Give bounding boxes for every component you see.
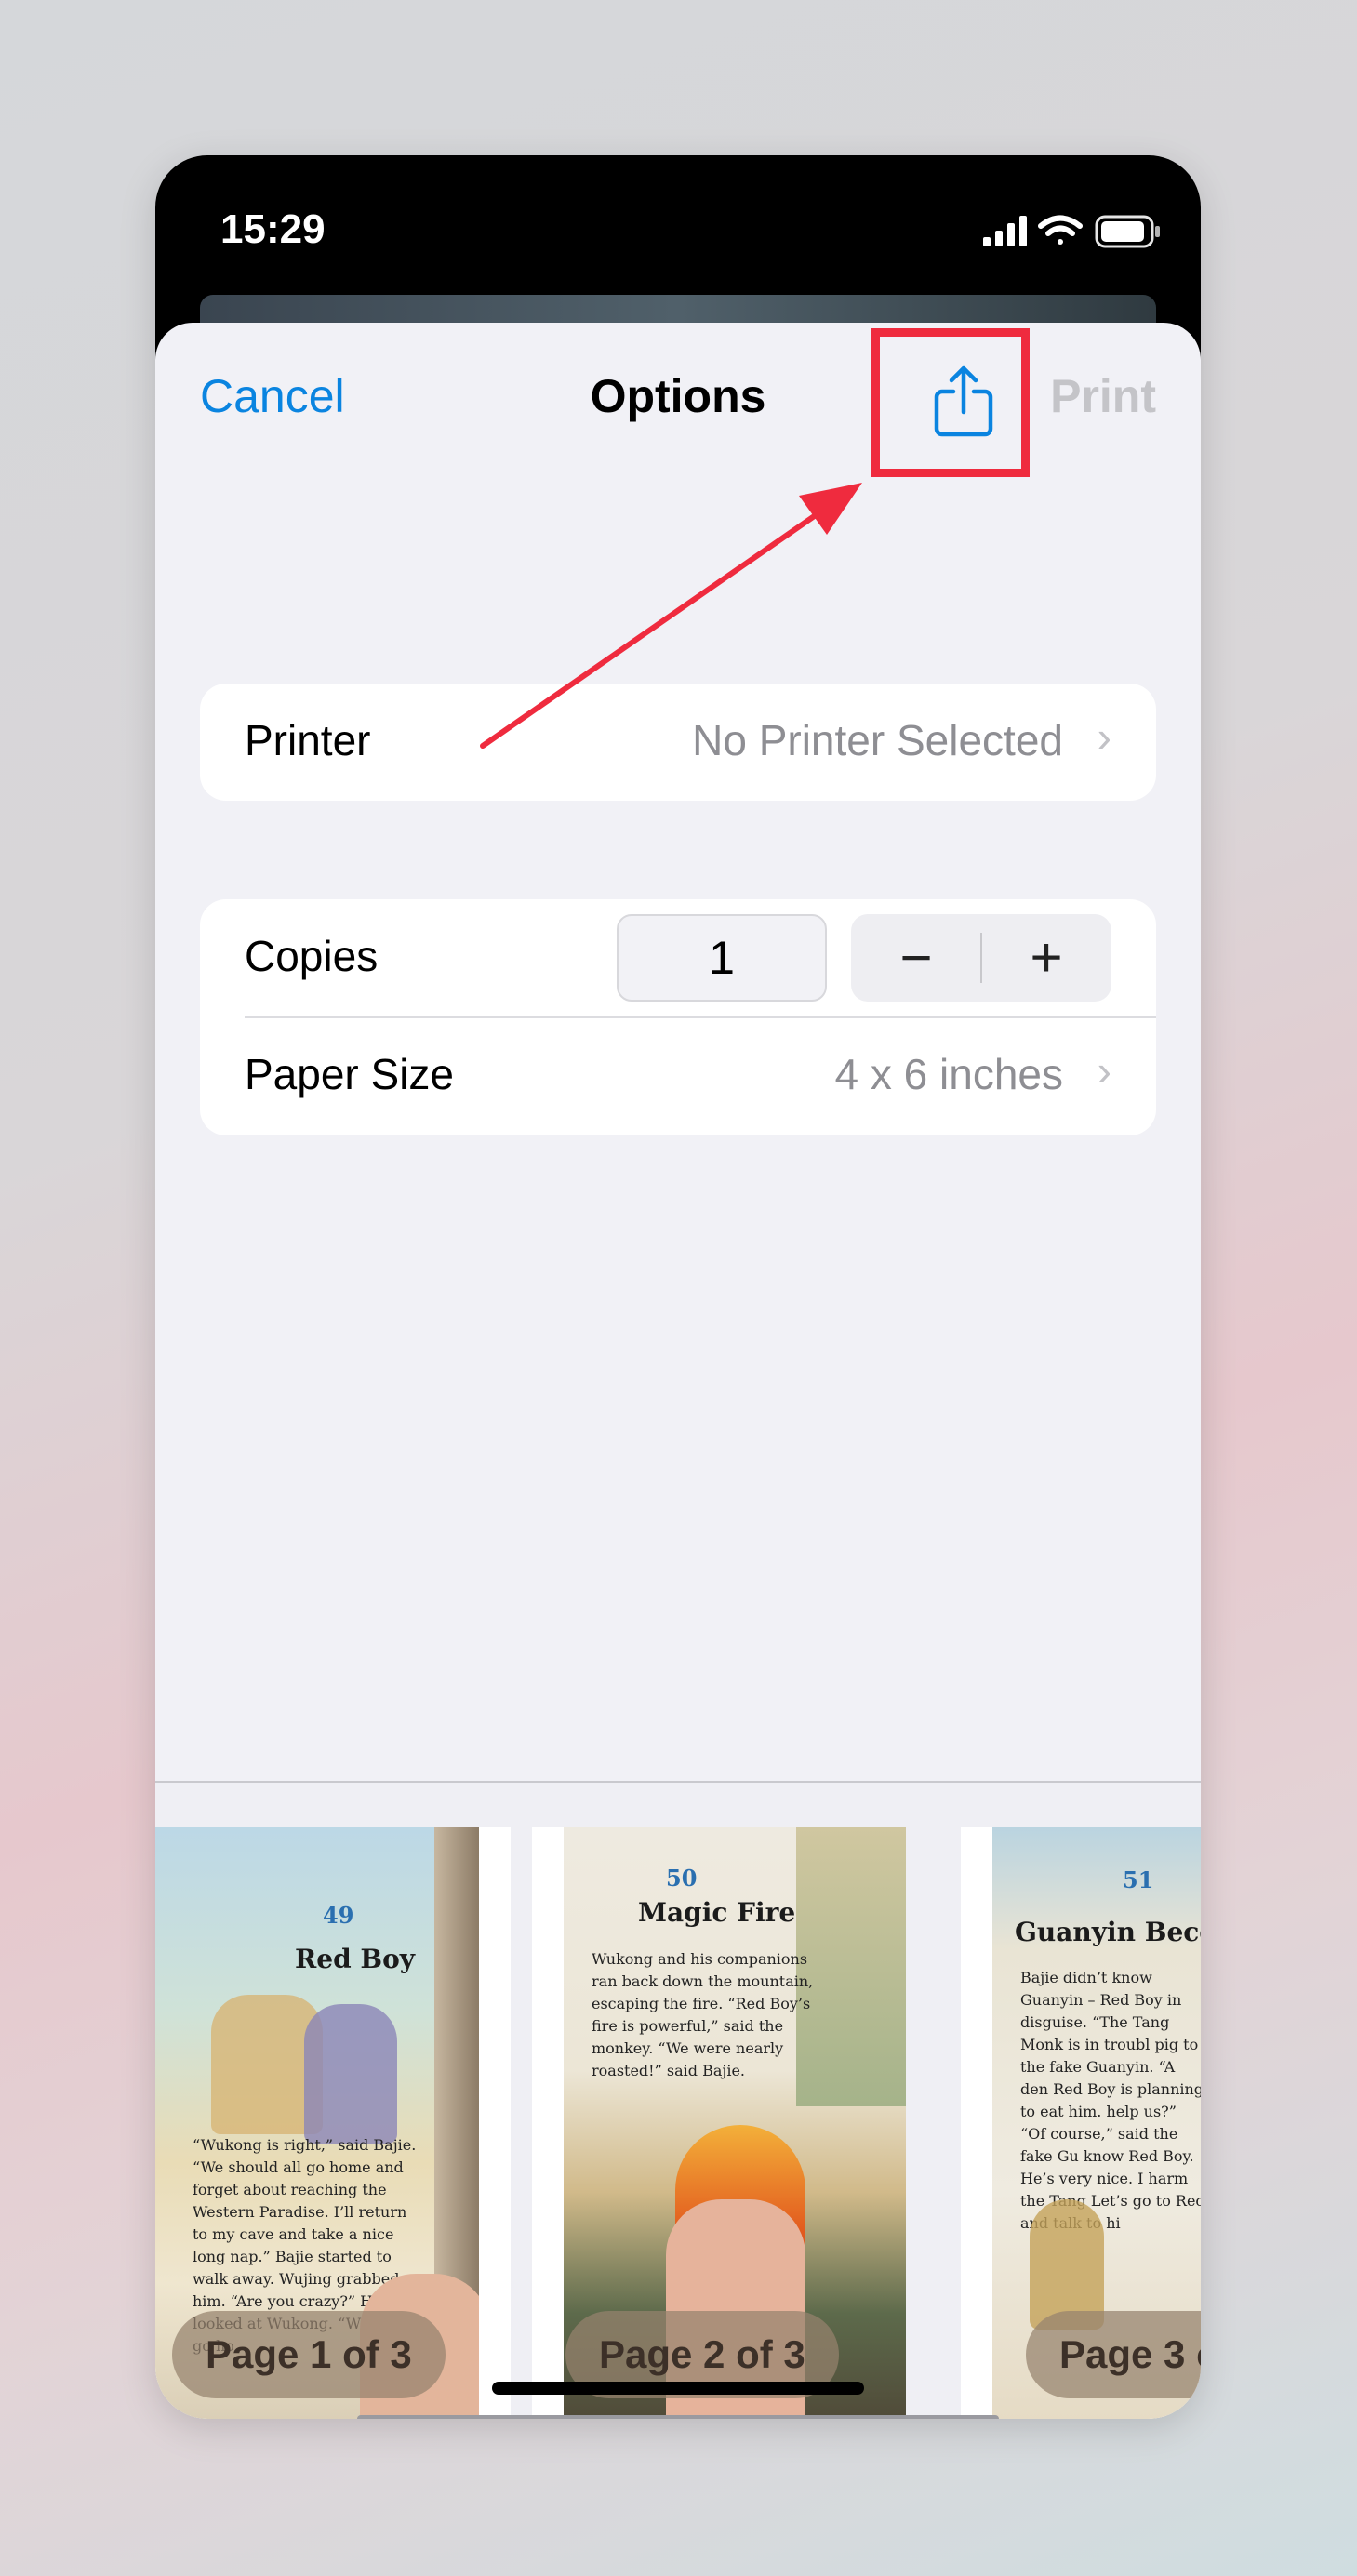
page-number: 50: [666, 1865, 698, 1892]
status-icons: [983, 213, 1169, 255]
decrement-button[interactable]: −: [851, 914, 981, 1002]
printer-label: Printer: [245, 716, 371, 764]
home-indicator[interactable]: [492, 2382, 864, 2395]
paper-size-label: Paper Size: [245, 1050, 455, 1098]
copies-field[interactable]: 1: [617, 914, 827, 1002]
page-thumbnail[interactable]: 50 Magic Fire Wukong and his companions …: [532, 1827, 906, 2419]
page-number: 49: [323, 1902, 354, 1929]
page-heading: Red Boy: [295, 1944, 416, 1974]
printer-row[interactable]: Printer No Printer Selected ›: [200, 684, 1156, 801]
copies-label: Copies: [245, 932, 379, 980]
page-label: Page 3 of 3: [1026, 2311, 1201, 2398]
copies-paper-group: Copies 1 − + Paper Size 4 x 6 inches ›: [200, 899, 1156, 1135]
page-thumbnail[interactable]: 51 Guanyin Become Bajie didn’t know Guan…: [961, 1827, 1201, 2419]
paper-size-value: 4 x 6 inches: [834, 1050, 1063, 1098]
printer-value: No Printer Selected: [692, 716, 1063, 764]
chevron-right-icon: ›: [1097, 712, 1111, 761]
increment-button[interactable]: +: [981, 914, 1111, 1002]
wifi-icon: [1038, 215, 1083, 245]
paper-size-row[interactable]: Paper Size 4 x 6 inches ›: [200, 1017, 1156, 1135]
highlight-box: [871, 328, 1030, 477]
chevron-right-icon: ›: [1097, 1046, 1111, 1095]
phone-frame: 15:29 Options Cancel Print Printer No Pr…: [155, 155, 1201, 2419]
quantity-stepper: − +: [851, 914, 1111, 1002]
page-text: Wukong and his companions ran back down …: [592, 1950, 814, 2079]
page-label: Page 1 of 3: [172, 2311, 446, 2398]
page-number: 51: [1123, 1866, 1154, 1893]
print-button[interactable]: Print: [1050, 369, 1156, 423]
battery-icon: [1095, 215, 1160, 248]
page-thumbnail[interactable]: 49 Red Boy “Wukong is right,” said Bajie…: [155, 1827, 511, 2419]
page-heading: Magic Fire: [638, 1897, 796, 1928]
cellular-signal-icon: [983, 216, 1027, 246]
print-options-sheet: Options Cancel Print Printer No Printer …: [155, 323, 1201, 2419]
status-time: 15:29: [220, 206, 326, 252]
page-heading: Guanyin Become: [1015, 1917, 1201, 1947]
page-preview-strip[interactable]: 49 Red Boy “Wukong is right,” said Bajie…: [155, 1781, 1201, 2419]
cancel-button[interactable]: Cancel: [200, 369, 345, 423]
horizontal-scrollbar[interactable]: [357, 2415, 999, 2419]
